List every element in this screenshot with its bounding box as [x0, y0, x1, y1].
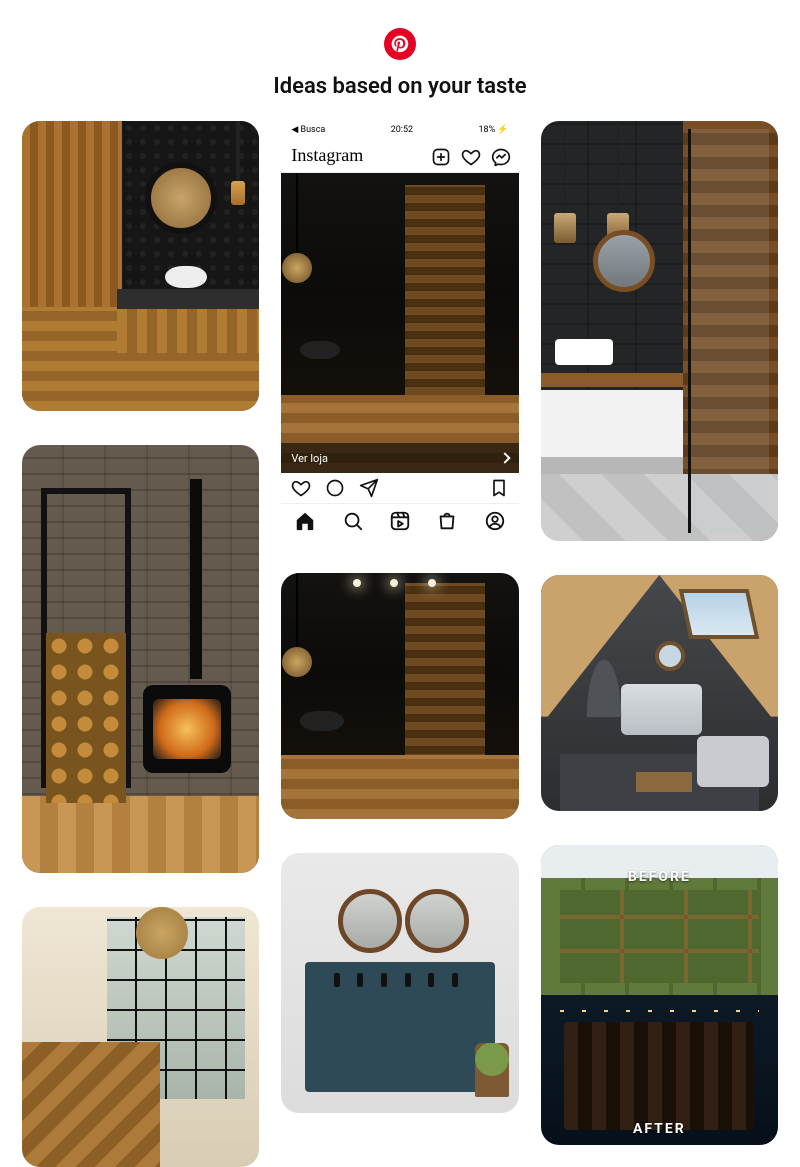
grid-column: [22, 121, 259, 1167]
illustration: [165, 266, 207, 288]
bookmark-icon: [489, 478, 509, 498]
illustration: [300, 711, 344, 731]
share-icon: [359, 478, 379, 498]
profile-icon: [484, 510, 506, 532]
illustration: [145, 162, 217, 234]
pinterest-logo[interactable]: [384, 28, 416, 60]
after-label: AFTER: [541, 1121, 778, 1137]
illustration: [296, 573, 298, 657]
shop-tag: Ver loja: [281, 443, 518, 473]
pin-card[interactable]: [22, 445, 259, 873]
home-icon: [294, 510, 316, 532]
pin-card[interactable]: [541, 575, 778, 811]
illustration: [190, 479, 202, 679]
illustration: [655, 641, 685, 671]
illustration: [541, 373, 683, 387]
heart-icon: [291, 478, 311, 498]
illustration: [381, 973, 387, 987]
illustration: [452, 973, 458, 987]
pin-card[interactable]: BEFORE AFTER: [541, 845, 778, 1145]
phone-status-bar: ◀ Busca 20:52 18% ⚡: [281, 121, 518, 139]
messenger-icon: [491, 147, 509, 165]
illustration: [541, 390, 683, 457]
page-title: Ideas based on your taste: [273, 74, 526, 99]
illustration: [22, 1042, 160, 1167]
illustration: [697, 736, 768, 788]
illustration: [679, 589, 760, 639]
illustration: [405, 889, 469, 953]
illustration: [300, 341, 340, 359]
illustration: [281, 755, 518, 819]
illustration: [136, 907, 188, 959]
shop-label: Ver loja: [291, 452, 328, 465]
heart-icon: [461, 147, 479, 165]
app-brand: Instagram: [291, 145, 363, 166]
grid-column: •••• 11:48 PM ▮: [541, 121, 778, 1167]
illustration: [636, 772, 692, 792]
status-battery: 18% ⚡: [478, 125, 508, 135]
pinterest-icon: [390, 34, 410, 54]
illustration: [117, 289, 259, 309]
app-topbar: Instagram: [281, 139, 518, 173]
reels-icon: [389, 510, 411, 532]
illustration: [353, 579, 361, 587]
topbar-actions: [431, 147, 509, 165]
pin-card[interactable]: [281, 853, 518, 1113]
shop-icon: [436, 510, 458, 532]
pin-card[interactable]: [22, 121, 259, 411]
comment-icon: [325, 478, 345, 498]
illustration: [617, 121, 619, 221]
illustration: [593, 230, 655, 292]
app-tabbar: [281, 503, 518, 537]
grid-column: ◀ Busca 20:52 18% ⚡ Instagram: [281, 121, 518, 1167]
illustration: [475, 1043, 509, 1097]
illustration: [390, 579, 398, 587]
status-back: ◀ Busca: [291, 125, 325, 135]
illustration: [555, 339, 613, 365]
illustration: [688, 129, 769, 532]
illustration: [405, 973, 411, 987]
search-icon: [342, 510, 364, 532]
pin-card[interactable]: [281, 573, 518, 819]
illustration: [564, 121, 566, 221]
pin-grid: ◀ Busca 20:52 18% ⚡ Instagram: [0, 111, 800, 1167]
illustration: [541, 845, 778, 995]
illustration: [574, 617, 634, 717]
post-actions: [281, 473, 518, 503]
new-post-icon: [431, 147, 449, 165]
pin-card[interactable]: •••• 11:48 PM ▮: [541, 121, 778, 541]
illustration: [428, 973, 434, 987]
pin-card[interactable]: ◀ Busca 20:52 18% ⚡ Instagram: [281, 121, 518, 539]
illustration: [560, 1010, 759, 1012]
illustration: [357, 973, 363, 987]
illustration: [236, 121, 240, 191]
chevron-right-icon: [499, 452, 510, 463]
status-time: 20:52: [391, 125, 413, 135]
illustration: [338, 889, 402, 953]
page-header: Ideas based on your taste: [0, 0, 800, 111]
illustration: [22, 796, 259, 873]
illustration: [296, 173, 298, 263]
pin-card[interactable]: [22, 907, 259, 1167]
illustration: [143, 685, 231, 773]
illustration: [46, 633, 126, 803]
illustration: [334, 973, 340, 987]
before-label: BEFORE: [541, 869, 778, 885]
post-image: Ver loja: [281, 173, 518, 473]
